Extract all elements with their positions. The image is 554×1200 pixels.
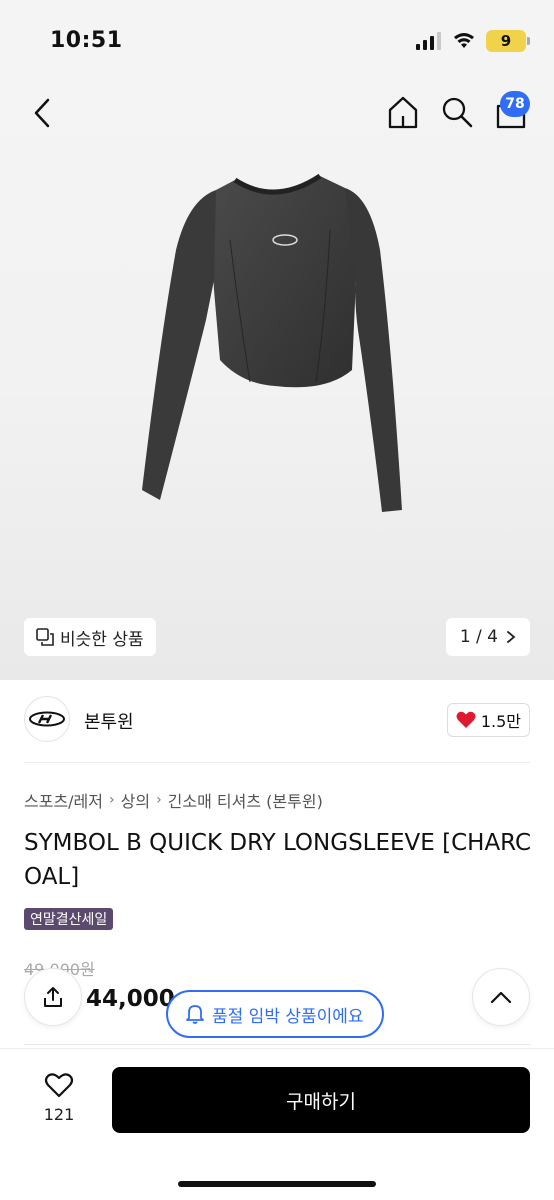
breadcrumb-separator-icon: › bbox=[109, 792, 115, 808]
back-icon[interactable] bbox=[28, 96, 58, 130]
home-icon[interactable] bbox=[386, 94, 420, 130]
battery-level: 9 bbox=[500, 32, 512, 50]
divider bbox=[24, 762, 530, 763]
product-image bbox=[142, 173, 402, 512]
cart-count: 78 bbox=[505, 96, 525, 112]
wishlist-button[interactable]: 121 bbox=[32, 1071, 86, 1124]
breadcrumb-item[interactable]: 스포츠/레저 bbox=[24, 788, 103, 812]
share-icon bbox=[44, 987, 62, 1007]
divider bbox=[24, 1044, 530, 1045]
breadcrumb-separator-icon: › bbox=[156, 792, 162, 808]
brand-name[interactable]: 본투윈 bbox=[84, 708, 134, 734]
heart-icon bbox=[456, 711, 476, 728]
buy-button[interactable]: 구매하기 bbox=[112, 1067, 530, 1133]
similar-products-button[interactable]: 비슷한 상품 bbox=[24, 618, 156, 656]
breadcrumb-item[interactable]: 상의 bbox=[121, 788, 150, 812]
similar-products-label: 비슷한 상품 bbox=[60, 629, 144, 650]
breadcrumb-item[interactable]: 긴소매 티셔츠 (본투윈) bbox=[168, 788, 323, 812]
stock-alert-toast: 품절 임박 상품이에요 bbox=[166, 990, 384, 1038]
brand-like-count: 1.5만 bbox=[480, 712, 521, 731]
scroll-top-button[interactable] bbox=[472, 968, 530, 1026]
sale-price: 44,000 bbox=[86, 986, 175, 1012]
brand-logo-mark bbox=[29, 711, 65, 727]
search-icon[interactable] bbox=[440, 94, 474, 130]
brand-like-button[interactable]: 1.5만 bbox=[446, 703, 530, 737]
status-time: 10:51 bbox=[50, 28, 123, 53]
brand-row[interactable]: 본투윈 1.5만 bbox=[24, 696, 530, 744]
signal-icon bbox=[416, 32, 441, 50]
stock-alert-text: 품절 임박 상품이에요 bbox=[212, 1006, 364, 1027]
bell-icon bbox=[186, 1005, 204, 1024]
wifi-icon bbox=[454, 33, 474, 48]
product-title: SYMBOL B QUICK DRY LONGSLEEVE [CHARCOAL] bbox=[24, 830, 532, 890]
bottom-action-bar: 121 구매하기 bbox=[0, 1048, 554, 1200]
status-icons: 9 bbox=[416, 30, 530, 52]
breadcrumb: 스포츠/레저 › 상의 › 긴소매 티셔츠 (본투윈) bbox=[24, 788, 323, 812]
image-pager-label: 1 / 4 bbox=[459, 627, 498, 647]
status-bar: 10:51 9 bbox=[0, 0, 554, 80]
home-indicator bbox=[178, 1181, 376, 1187]
heart-outline-icon bbox=[44, 1073, 74, 1098]
share-button[interactable] bbox=[24, 968, 82, 1026]
image-pager[interactable]: 1 / 4 bbox=[445, 618, 530, 656]
brand-logo[interactable] bbox=[24, 696, 70, 742]
chevron-right-icon bbox=[507, 631, 516, 643]
sale-badge: 연말결산세일 bbox=[24, 908, 114, 930]
battery-indicator: 9 bbox=[486, 30, 530, 52]
similar-icon bbox=[36, 628, 54, 646]
chevron-up-icon bbox=[490, 991, 512, 1004]
cart-count-badge: 78 bbox=[500, 91, 530, 117]
wishlist-count: 121 bbox=[43, 1105, 75, 1124]
